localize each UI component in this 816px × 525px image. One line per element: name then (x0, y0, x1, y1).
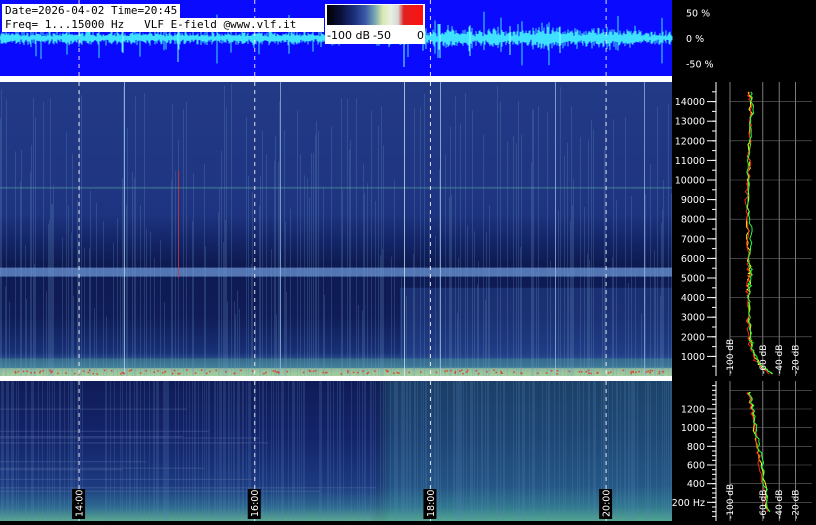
freq-full-tick-label: 10000 (675, 176, 705, 187)
spectrum-full-background (730, 82, 812, 376)
freq-full-tick-label: 8000 (681, 215, 705, 226)
spectrogram-low-right-region (0, 381, 672, 521)
spectrum-low-x-tick-label: -20 dB (792, 490, 802, 519)
waveform-y-tick-label: 50 % (686, 9, 710, 20)
color-scale-label-mid: -50 (373, 29, 391, 42)
color-scale-bar: -100 dB -50 0 (325, 4, 425, 44)
time-tick-label: 14:00 (75, 490, 86, 517)
vlf-spectrogram-figure: 50 % 0 % -50 % 14:00 16:00 18:00 20:00 1000 2000… (0, 0, 816, 521)
freq-full-tick-label: 14000 (675, 97, 705, 108)
freq-full-tick-label: 3000 (681, 313, 705, 324)
freq-full-tick-label: 5000 (681, 274, 705, 285)
spectrum-full-x-tick-label: -100 dB (726, 339, 736, 374)
spectrum-full-x-tick-label: -40 dB (775, 345, 785, 374)
freq-full-tick-label: 12000 (675, 136, 705, 147)
spectrum-low-x-tick-label: -40 dB (775, 490, 785, 519)
freq-full-tick-label: 6000 (681, 254, 705, 265)
color-scale-gradient (327, 5, 423, 25)
freq-full-tick-label: 7000 (681, 234, 705, 245)
color-scale-label-min: -100 dB (327, 29, 370, 42)
freq-low-tick-label: 400 (687, 479, 705, 490)
color-scale-label-max: 0 (417, 29, 424, 42)
freq-full-tick-label: 11000 (675, 156, 705, 167)
chart-canvas: 50 % 0 % -50 % 14:00 16:00 18:00 20:00 1000 2000… (0, 0, 812, 521)
waveform-y-tick-label: -50 % (686, 59, 714, 70)
freq-low-tick-label: 200 Hz (672, 498, 705, 509)
freq-full-tick-label: 1000 (681, 352, 705, 363)
panel-separator-bottom (0, 376, 672, 381)
spectrum-full-x-tick-label: -60 dB (759, 345, 769, 374)
freq-full-tick-label: 13000 (675, 117, 705, 128)
header-frequency-info: Freq= 1...15000 Hz VLF E-field @www.vlf.… (2, 18, 324, 32)
freq-low-tick-label: 800 (687, 442, 705, 453)
panel-separator-top (0, 76, 672, 82)
freq-full-tick-label: 4000 (681, 293, 705, 304)
spectrum-low-x-tick-label: -60 dB (759, 490, 769, 519)
time-tick-label: 20:00 (602, 490, 613, 517)
spectrum-low-x-tick-label: -100 dB (726, 484, 736, 519)
time-tick-label: 16:00 (250, 490, 261, 517)
time-tick-label: 18:00 (426, 490, 437, 517)
freq-low-tick-label: 1200 (681, 405, 705, 416)
freq-low-tick-label: 600 (687, 461, 705, 472)
waveform-y-tick-label: 0 % (686, 34, 704, 45)
freq-low-tick-label: 1000 (681, 423, 705, 434)
spectrum-full-x-tick-label: -20 dB (792, 345, 802, 374)
header-date-time: Date=2026-04-02 Time=20:45 (2, 4, 181, 18)
freq-full-tick-label: 9000 (681, 195, 705, 206)
freq-full-tick-label: 2000 (681, 332, 705, 343)
